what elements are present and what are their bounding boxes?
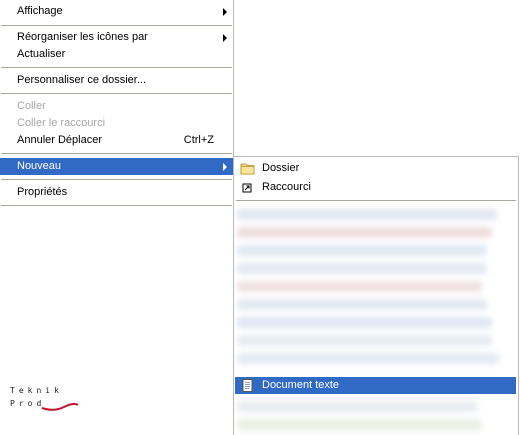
menu-item-coller-raccourci[interactable]: Coller le raccourci (0, 115, 233, 132)
menu-item-reorganiser[interactable]: Réorganiser les icônes par (0, 29, 233, 46)
menu-item-label: Nouveau (17, 160, 62, 172)
menu-item-affichage[interactable]: Affichage (0, 3, 233, 20)
menu-item-label: Affichage (17, 5, 63, 17)
text-document-icon (242, 379, 253, 392)
menu-item-label: Personnaliser ce dossier... (17, 74, 147, 86)
menu-item-label: Coller le raccourci (17, 117, 106, 129)
menu-item-label: Réorganiser les icônes par (17, 31, 148, 43)
submenu-item-label: Document texte (262, 379, 340, 391)
menu-item-coller[interactable]: Coller (0, 98, 233, 115)
submenu-item-label: Raccourci (262, 181, 311, 193)
menu-separator (1, 25, 232, 26)
shortcut-icon (242, 183, 252, 193)
menu-item-label: Annuler Déplacer (17, 134, 102, 146)
submenu-arrow-icon (223, 34, 227, 42)
menu-item-shortcut: Ctrl+Z (183, 134, 214, 146)
menu-item-label: Actualiser (17, 48, 66, 60)
menu-separator (1, 205, 232, 206)
menu-separator (1, 93, 232, 94)
menu-item-personnaliser[interactable]: Personnaliser ce dossier... (0, 72, 233, 89)
submenu-item-label: Dossier (262, 162, 300, 174)
menu-item-actualiser[interactable]: Actualiser (0, 46, 233, 63)
submenu-item-dossier[interactable]: Dossier (235, 160, 517, 177)
menu-separator (1, 153, 232, 154)
teknik-prod-logo: Teknik Prod (10, 386, 80, 420)
menu-separator (1, 67, 232, 68)
logo-swoosh-icon (41, 402, 79, 411)
menu-item-label: Propriétés (17, 186, 68, 198)
menu-separator (1, 179, 232, 180)
context-menu: Affichage Réorganiser les icônes par Act… (0, 0, 234, 435)
logo-line-1: Teknik (10, 386, 63, 395)
submenu-arrow-icon (223, 8, 227, 16)
menu-item-nouveau[interactable]: Nouveau (0, 158, 233, 175)
submenu-item-document-texte[interactable]: Document texte (235, 377, 516, 394)
menu-item-proprietes[interactable]: Propriétés (0, 184, 233, 201)
folder-icon (240, 163, 255, 175)
submenu-separator (236, 200, 516, 201)
submenu-arrow-icon (223, 163, 227, 171)
new-submenu: Dossier Raccourci Document texte (233, 156, 519, 435)
menu-item-annuler-deplacer[interactable]: Annuler Déplacer Ctrl+Z (0, 132, 233, 149)
menu-item-label: Coller (17, 100, 46, 112)
submenu-item-raccourci[interactable]: Raccourci (235, 179, 517, 196)
